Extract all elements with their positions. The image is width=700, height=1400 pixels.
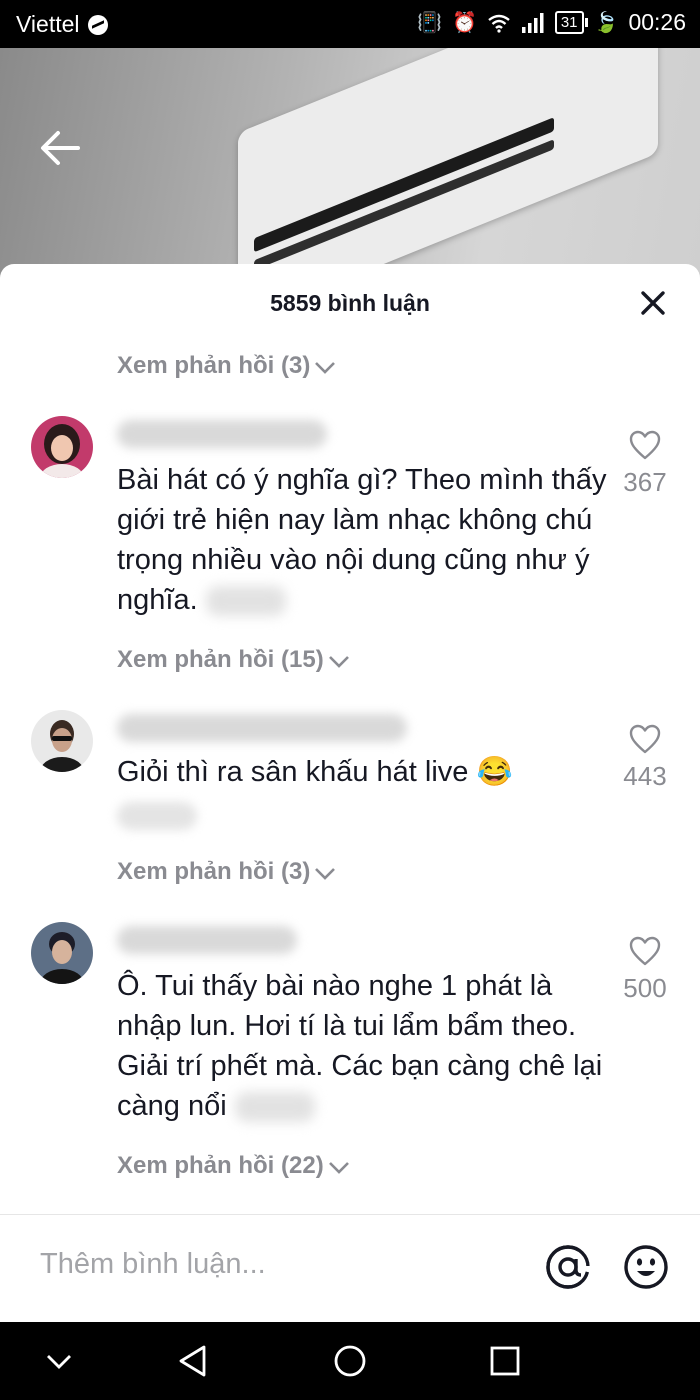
at-icon[interactable] [545, 1244, 591, 1290]
vibrate-icon: 📳 [417, 12, 442, 34]
chevron-down-icon[interactable] [42, 1344, 76, 1378]
view-replies-link[interactable]: Xem phản hồi (22) [117, 1152, 350, 1180]
divider [0, 1214, 700, 1215]
emoji-icon[interactable] [623, 1244, 669, 1290]
like-button[interactable]: 500 [608, 936, 682, 1004]
like-button[interactable]: 443 [608, 724, 682, 792]
ac-vent-lower [254, 139, 554, 271]
wifi-icon [488, 14, 510, 33]
username-blurred [117, 714, 407, 742]
avatar[interactable] [31, 922, 93, 984]
view-replies-label: Xem phản hồi (3) [117, 858, 311, 885]
avatar[interactable] [31, 416, 93, 478]
system-nav-bar [0, 1322, 700, 1400]
chevron-down-icon [328, 655, 349, 668]
comment-input[interactable]: Thêm bình luận... [40, 1248, 266, 1281]
comment-text: Ô. Tui thấy bài nào nghe 1 phát là nhập … [117, 970, 603, 1123]
like-count: 443 [623, 761, 667, 791]
view-replies-link[interactable]: Xem phản hồi (15) [117, 646, 350, 674]
status-icons: 📳 ⏰ 31 🍃 00:26 [417, 9, 686, 36]
carrier-group: Viettel [16, 11, 108, 38]
air-conditioner-image [238, 48, 658, 278]
video-background[interactable] [0, 48, 700, 278]
username-blurred [117, 926, 297, 954]
messenger-icon [87, 14, 108, 35]
blurred-emoji [205, 586, 286, 617]
blurred-emoji [234, 1092, 315, 1123]
comment-text: Giỏi thì ra sân khấu hát live 😂 [117, 756, 513, 788]
chevron-down-icon [315, 361, 336, 374]
view-replies-label: Xem phản hồi (22) [117, 1152, 324, 1179]
clock: 00:26 [628, 9, 686, 35]
comment-count-title: 5859 bình luận [270, 290, 430, 316]
leaf-icon: 🍃 [593, 12, 619, 34]
heart-icon [629, 936, 661, 966]
view-replies-link[interactable]: Xem phản hồi (3) [117, 352, 336, 380]
status-bar: Viettel 📳 ⏰ 31 🍃 00:26 [0, 0, 700, 48]
like-count: 367 [623, 467, 667, 497]
close-icon[interactable] [640, 290, 666, 316]
carrier-name: Viettel [16, 11, 80, 37]
arrow-left-icon[interactable] [38, 128, 82, 168]
recents-square-icon[interactable] [488, 1344, 522, 1378]
home-circle-icon[interactable] [333, 1344, 367, 1378]
avatar[interactable] [31, 710, 93, 772]
chevron-down-icon [315, 867, 336, 880]
chevron-down-icon [328, 1161, 349, 1174]
like-button[interactable]: 367 [608, 430, 682, 498]
signal-icon [521, 12, 544, 33]
view-replies-label: Xem phản hồi (3) [117, 352, 311, 379]
battery-icon: 31 [554, 11, 588, 34]
back-triangle-icon[interactable] [176, 1344, 210, 1378]
username-blurred [117, 420, 327, 448]
heart-icon [629, 430, 661, 460]
heart-icon [629, 724, 661, 754]
ac-vent [254, 117, 554, 253]
view-replies-label: Xem phản hồi (15) [117, 646, 324, 673]
view-replies-link[interactable]: Xem phản hồi (3) [117, 858, 336, 886]
blurred-emoji [117, 802, 197, 830]
comment-text: Bài hát có ý nghĩa gì? Theo mình thấy gi… [117, 464, 607, 617]
like-count: 500 [623, 973, 667, 1003]
alarm-icon: ⏰ [451, 12, 477, 34]
comments-sheet: 5859 bình luận Xem phản hồi (3) Bài hát … [0, 264, 700, 1322]
